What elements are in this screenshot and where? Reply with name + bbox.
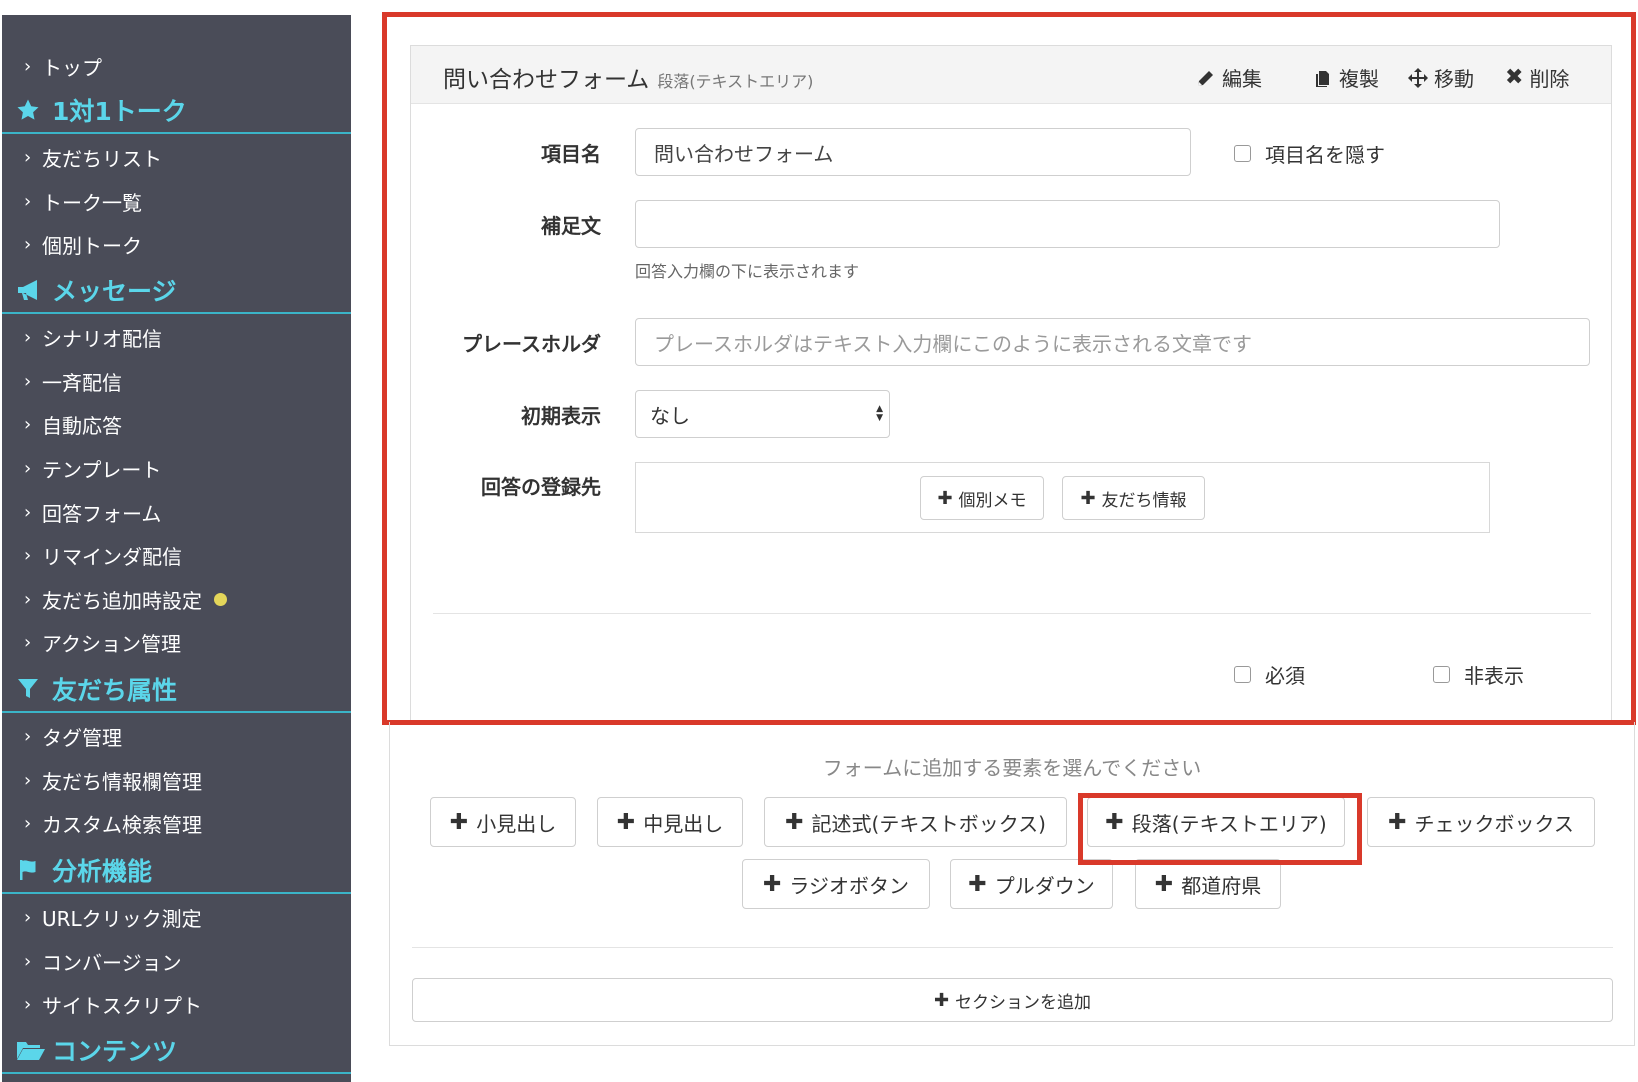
sidebar-item-top[interactable]: › トップ — [24, 51, 102, 81]
chevron-right-icon: › — [24, 501, 32, 523]
sidebar-item-friend-add-settings[interactable]: › 友だち追加時設定 — [24, 584, 227, 614]
plus-icon: ✚ — [785, 809, 804, 835]
sidebar-item-conversion[interactable]: › コンバージョン — [24, 946, 182, 976]
chevron-right-icon: › — [24, 326, 32, 348]
highlight-frame-textarea-button — [1078, 793, 1362, 865]
sidebar-item-template[interactable]: › テンプレート — [24, 453, 161, 483]
add-textbox-button[interactable]: ✚ 記述式(テキストボックス) — [764, 797, 1067, 847]
chevron-right-icon: › — [24, 950, 32, 972]
sidebar-section-friend-attributes[interactable]: 友だち属性 — [2, 667, 351, 713]
chevron-right-icon: › — [24, 812, 32, 834]
sidebar-item-custom-search[interactable]: › カスタム検索管理 — [24, 808, 202, 838]
plus-icon: ✚ — [1154, 871, 1174, 897]
sidebar-item-auto-reply[interactable]: › 自動応答 — [24, 409, 122, 439]
plus-icon: ✚ — [933, 989, 950, 1011]
chevron-right-icon: › — [24, 233, 32, 255]
divider — [412, 947, 1613, 948]
sidebar-item-broadcast[interactable]: › 一斉配信 — [24, 366, 122, 396]
add-section-button[interactable]: ✚ セクションを追加 — [412, 978, 1613, 1022]
chevron-right-icon: › — [24, 370, 32, 392]
add-element-prompt: フォームに追加する要素を選んでください — [822, 756, 1202, 780]
chevron-right-icon: › — [24, 631, 32, 653]
flag-icon — [16, 858, 46, 882]
sidebar-item-talk-list[interactable]: › トーク一覧 — [24, 186, 142, 216]
sidebar-item-action-management[interactable]: › アクション管理 — [24, 627, 181, 657]
add-medium-heading-button[interactable]: ✚ 中見出し — [597, 797, 743, 847]
sidebar-item-site-script[interactable]: › サイトスクリプト — [24, 989, 202, 1019]
plus-icon: ✚ — [1388, 809, 1407, 835]
sidebar-item-reminder[interactable]: › リマインダ配信 — [24, 540, 182, 570]
chevron-right-icon: › — [24, 413, 32, 435]
sidebar-item-url-click[interactable]: › URLクリック測定 — [24, 902, 202, 932]
sidebar-item-scenario[interactable]: › シナリオ配信 — [24, 322, 162, 352]
sidebar-section-analytics[interactable]: 分析機能 — [2, 848, 351, 894]
plus-icon: ✚ — [968, 871, 987, 897]
sidebar-section-one-on-one[interactable]: 1対1トーク — [2, 88, 351, 134]
add-element-section: フォームに追加する要素を選んでください ✚ 小見出し ✚ 中見出し ✚ 記述式(テキス… — [389, 722, 1635, 1046]
add-checkbox-button[interactable]: ✚ チェックボックス — [1367, 797, 1595, 847]
star-icon — [16, 98, 46, 122]
chevron-right-icon: › — [24, 769, 32, 791]
folder-open-icon — [16, 1039, 46, 1061]
sidebar-item-answer-form[interactable]: › 回答フォーム — [24, 497, 161, 527]
plus-icon: ✚ — [616, 809, 636, 835]
add-prefecture-button[interactable]: ✚ 都道府県 — [1135, 859, 1281, 909]
megaphone-icon — [16, 279, 46, 301]
plus-icon: ✚ — [762, 871, 782, 897]
chevron-right-icon: › — [24, 55, 32, 77]
plus-icon: ✚ — [449, 809, 469, 835]
chevron-right-icon: › — [24, 190, 32, 212]
chevron-right-icon: › — [24, 588, 32, 610]
filter-icon — [16, 677, 46, 701]
chevron-right-icon: › — [24, 906, 32, 928]
chevron-right-icon: › — [24, 457, 32, 479]
status-dot — [214, 592, 227, 606]
chevron-right-icon: › — [24, 993, 32, 1015]
chevron-right-icon: › — [24, 544, 32, 566]
sidebar-item-tag-management[interactable]: › タグ管理 — [24, 721, 122, 751]
add-small-heading-button[interactable]: ✚ 小見出し — [430, 797, 576, 847]
highlight-frame — [382, 12, 1636, 725]
sidebar-section-contents[interactable]: コンテンツ — [2, 1028, 351, 1074]
add-pulldown-button[interactable]: ✚ プルダウン — [950, 859, 1113, 909]
chevron-right-icon: › — [24, 146, 32, 168]
chevron-right-icon: › — [24, 725, 32, 747]
add-radio-button[interactable]: ✚ ラジオボタン — [742, 859, 930, 909]
sidebar-item-friend-info-fields[interactable]: › 友だち情報欄管理 — [24, 765, 202, 795]
sidebar-item-individual-talk[interactable]: › 個別トーク — [24, 229, 142, 259]
sidebar-section-message[interactable]: メッセージ — [2, 268, 351, 314]
sidebar: › トップ 1対1トーク › 友だちリスト › トーク一覧 › 個別トーク メッセージ … — [2, 15, 351, 1082]
sidebar-item-friends-list[interactable]: › 友だちリスト — [24, 142, 162, 172]
